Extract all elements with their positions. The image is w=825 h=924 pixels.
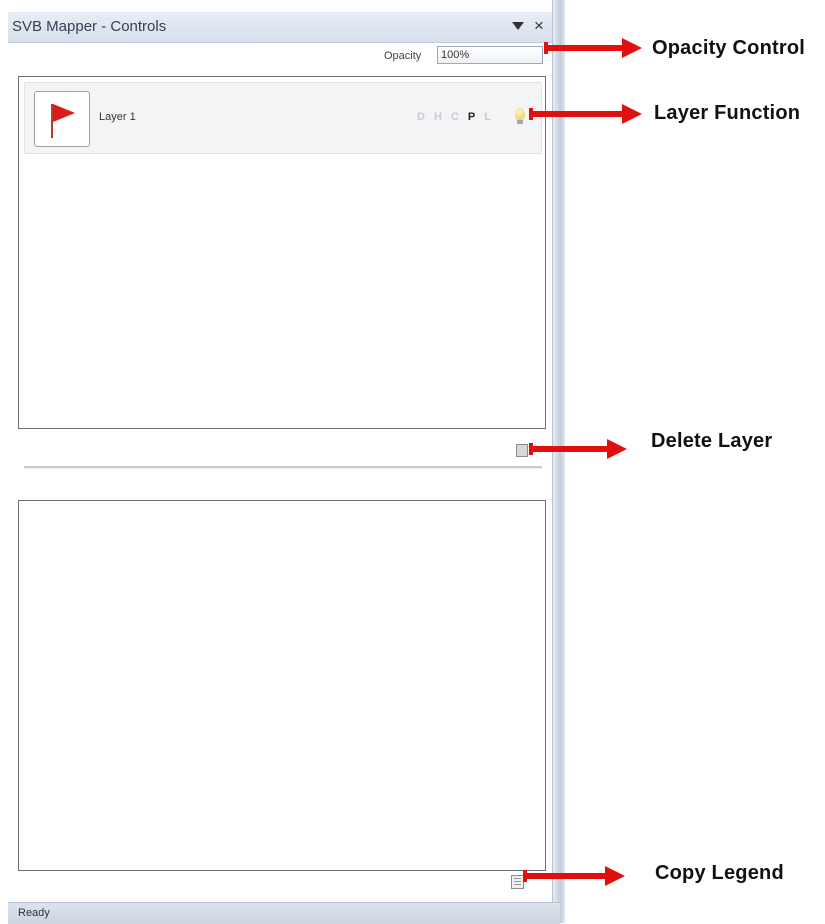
status-text: Ready <box>18 907 50 919</box>
opacity-input[interactable]: 100% <box>437 46 543 64</box>
legend-area <box>18 500 546 871</box>
triangle-down-icon[interactable] <box>512 22 524 30</box>
arrow-layer-function <box>529 104 642 124</box>
panel-right-border <box>552 0 565 923</box>
lightbulb-base <box>517 120 523 124</box>
close-icon[interactable]: × <box>534 15 544 37</box>
delete-layer-icon[interactable] <box>516 444 528 457</box>
layer-function-p[interactable]: P <box>468 111 475 123</box>
layer-function-l[interactable]: L <box>484 111 491 123</box>
callout-delete-layer: Delete Layer <box>651 430 773 452</box>
panel-titlebar: SVB Mapper - Controls × <box>8 12 552 43</box>
layer-row[interactable]: Layer 1 D H C P L <box>24 82 542 154</box>
callout-layer-function: Layer Function <box>654 102 801 124</box>
layer-name: Layer 1 <box>99 111 136 123</box>
status-bar: Ready <box>8 902 560 924</box>
opacity-label: Opacity <box>384 50 422 62</box>
splitter[interactable] <box>24 466 542 469</box>
layer-thumbnail[interactable] <box>34 91 90 147</box>
panel-title: SVB Mapper - Controls <box>12 18 167 35</box>
opacity-value: 100% <box>441 49 470 61</box>
callout-copy-legend: Copy Legend <box>655 862 784 884</box>
arrow-opacity <box>544 38 642 58</box>
lightbulb-icon[interactable] <box>515 108 525 120</box>
layer-function-c[interactable]: C <box>451 111 459 123</box>
arrow-delete-layer <box>529 439 627 459</box>
callout-opacity-control: Opacity Control <box>652 37 806 59</box>
arrow-copy-legend <box>523 866 625 886</box>
layer-function-d[interactable]: D <box>417 111 425 123</box>
layer-functions: D H C P L <box>417 111 491 123</box>
flag-cloth <box>53 104 75 122</box>
layer-function-h[interactable]: H <box>434 111 442 123</box>
